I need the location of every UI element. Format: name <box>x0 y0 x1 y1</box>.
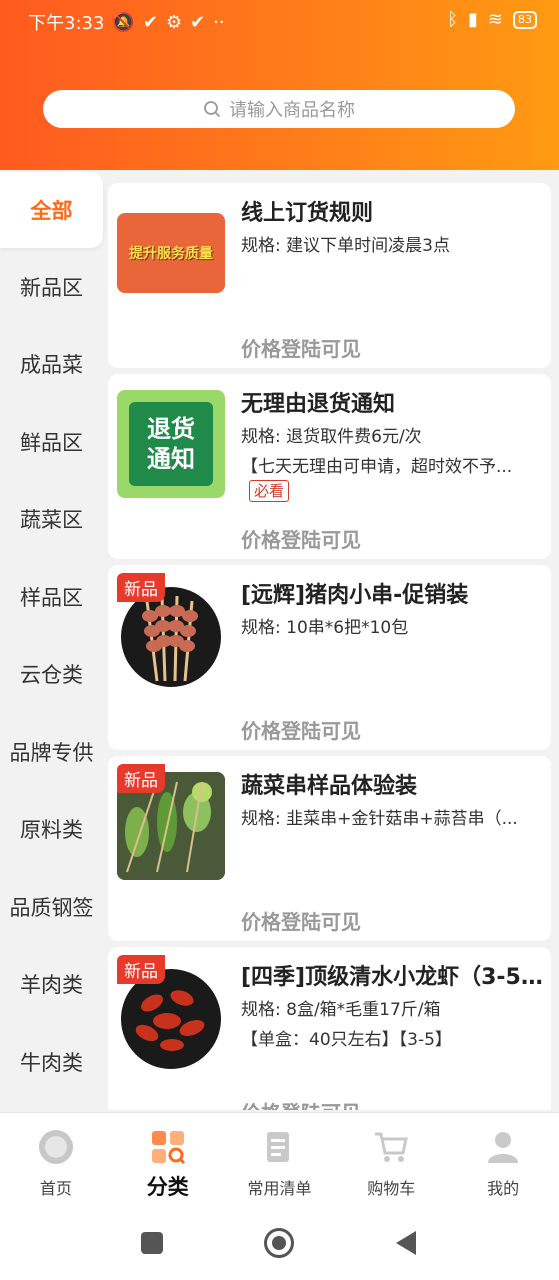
new-badge: 新品 <box>117 955 165 984</box>
product-image: 退货通知 <box>117 390 225 498</box>
product-price: 价格登陆可见 <box>241 528 361 552</box>
sidebar-item-cloud[interactable]: 云仓类 <box>0 636 103 714</box>
search-icon <box>204 101 221 118</box>
product-card[interactable]: 新品 [远辉]猪肉小串-促销装 规格: 10串*6把*10包 价格登陆可见 <box>108 565 551 750</box>
product-spec: 规格: 退货取件费6元/次 <box>241 427 422 447</box>
mute-icon: 🔕 <box>112 11 135 33</box>
header: 下午3:33 🔕 ✔ ⚙ ✔ ·· ᛒ ▮ ≋ 83 请输入商品名称 <box>0 0 559 170</box>
sidebar-item-new[interactable]: 新品区 <box>0 248 103 326</box>
product-spec: 规格: 8盒/箱*毛重17斤/箱 <box>241 1000 441 1020</box>
product-card[interactable]: 新品 蔬菜串样品体验装 规格: 韭菜串+金针菇串+蒜苔串（... 价格登陆可见 <box>108 756 551 941</box>
more-icon: ·· <box>213 11 225 33</box>
sidebar-item-raw[interactable]: 原料类 <box>0 791 103 869</box>
product-list: 提升服务质量 线上订货规则 规格: 建议下单时间凌晨3点 价格登陆可见 退货通知… <box>108 183 551 1110</box>
tab-category-label: 分类 <box>146 1175 189 1199</box>
search-placeholder: 请输入商品名称 <box>229 100 355 121</box>
product-spec: 规格: 韭菜串+金针菇串+蒜苔串（... <box>241 809 518 829</box>
sidebar-item-sample[interactable]: 样品区 <box>0 558 103 636</box>
product-title: 无理由退货通知 <box>241 392 396 417</box>
recent-apps-button[interactable] <box>141 1232 163 1254</box>
tab-home-label: 首页 <box>39 1179 72 1198</box>
tab-cart[interactable]: 购物车 <box>335 1113 447 1210</box>
new-badge: 新品 <box>117 764 165 793</box>
product-card[interactable]: 退货通知 无理由退货通知 规格: 退货取件费6元/次 【七天无理由可申请，超时效… <box>108 374 551 559</box>
tab-cart-label: 购物车 <box>367 1179 416 1198</box>
category-icon <box>151 1131 185 1165</box>
home-button[interactable] <box>264 1228 294 1258</box>
product-title: 蔬菜串样品体验装 <box>241 774 418 799</box>
category-sidebar: 全部 新品区 成品菜 鲜品区 蔬菜区 样品区 云仓类 品牌专供 原料类 品质钢签… <box>0 170 103 1110</box>
must-read-tag: 必看 <box>249 480 290 502</box>
product-title: [四季]顶级清水小龙虾（3-5... <box>241 965 543 990</box>
system-nav-bar <box>0 1210 559 1280</box>
product-description: 【单盒：40只左右】【3-5】 <box>241 1030 452 1050</box>
product-price: 价格登陆可见 <box>241 719 361 743</box>
product-spec: 规格: 建议下单时间凌晨3点 <box>241 236 450 256</box>
sidebar-item-all[interactable]: 全部 <box>0 172 103 248</box>
tab-home[interactable]: 首页 <box>0 1113 112 1210</box>
sidebar-item-prepared[interactable]: 成品菜 <box>0 326 103 404</box>
sidebar-item-skewer[interactable]: 品质钢签 <box>0 868 103 946</box>
product-description: 【七天无理由可申请，超时效不予... <box>241 457 513 477</box>
tab-profile[interactable]: 我的 <box>447 1113 559 1210</box>
search-input[interactable]: 请输入商品名称 <box>43 90 515 128</box>
sidebar-item-brand[interactable]: 品牌专供 <box>0 713 103 791</box>
product-title: 线上订货规则 <box>241 201 374 226</box>
check-icon: ✔ <box>190 11 206 33</box>
sidebar-item-fresh[interactable]: 鲜品区 <box>0 403 103 481</box>
product-price: 价格登陆可见 <box>241 337 361 361</box>
home-icon <box>38 1130 73 1164</box>
bottom-nav: 首页 分类 常用清单 购物车 我的 <box>0 1112 559 1210</box>
sidebar-item-beef[interactable]: 牛肉类 <box>0 1023 103 1101</box>
status-time: 下午3:33 <box>28 13 105 34</box>
battery-indicator: 83 <box>513 10 537 29</box>
product-spec: 规格: 10串*6把*10包 <box>241 618 409 638</box>
product-title: [远辉]猪肉小串-促销装 <box>241 583 469 608</box>
status-bar: 下午3:33 🔕 ✔ ⚙ ✔ ·· ᛒ ▮ ≋ 83 <box>0 0 559 42</box>
tab-profile-label: 我的 <box>487 1179 520 1198</box>
tab-list-label: 常用清单 <box>247 1179 312 1198</box>
new-badge: 新品 <box>117 573 165 602</box>
tab-category[interactable]: 分类 <box>112 1113 224 1210</box>
back-button[interactable] <box>396 1231 416 1255</box>
image-caption: 退货通知 <box>147 415 195 473</box>
product-price: 价格登陆可见 <box>241 1097 361 1110</box>
list-icon <box>267 1132 290 1162</box>
cart-icon <box>375 1132 409 1162</box>
image-caption: 提升服务质量 <box>129 246 213 262</box>
gear-icon: ⚙ <box>165 11 183 33</box>
product-image: 提升服务质量 <box>117 213 225 293</box>
wifi-icon: ≋ <box>487 9 503 30</box>
product-price: 价格登陆可见 <box>241 910 361 934</box>
product-card[interactable]: 提升服务质量 线上订货规则 规格: 建议下单时间凌晨3点 价格登陆可见 <box>108 183 551 368</box>
bluetooth-icon: ᛒ <box>447 9 458 30</box>
sidebar-item-vegetable[interactable]: 蔬菜区 <box>0 481 103 559</box>
user-icon <box>488 1132 519 1163</box>
signal-icon: ▮ <box>468 9 478 30</box>
check-icon: ✔ <box>142 11 158 33</box>
tab-list[interactable]: 常用清单 <box>224 1113 336 1210</box>
sidebar-item-lamb[interactable]: 羊肉类 <box>0 946 103 1024</box>
product-card[interactable]: 新品 [四季]顶级清水小龙虾（3-5... 规格: 8盒/箱*毛重17斤/箱 【… <box>108 947 551 1110</box>
